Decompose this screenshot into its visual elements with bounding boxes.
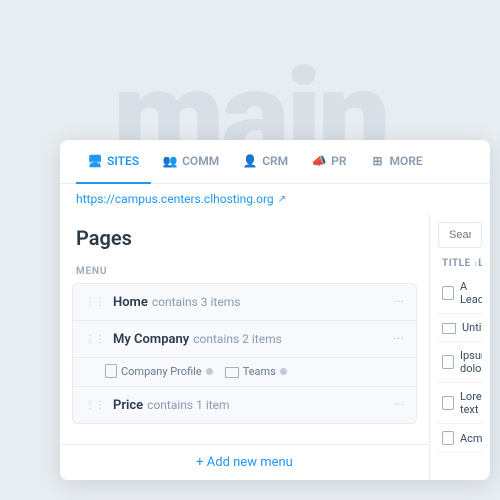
menu-item-home-name: Home [113, 295, 148, 310]
content-row-5: Acme... [438, 424, 482, 453]
tab-crm[interactable]: 👤 CRM [231, 140, 300, 184]
folder-icon [225, 367, 239, 378]
folder-icon [442, 323, 456, 334]
price-dots-menu[interactable]: ··· [393, 397, 404, 413]
menu-item-mycompany-desc: contains 2 items [193, 332, 282, 346]
content-row-4-name: Lorem text [460, 390, 482, 416]
drag-handle-icon: ⋮⋮ [85, 334, 105, 345]
menu-row-mycompany: ⋮⋮ My Company contains 2 items ··· [73, 321, 416, 358]
subitem-teams: Teams [225, 365, 287, 378]
pages-title: Pages [60, 214, 429, 258]
tab-comm[interactable]: 👥 COMM [151, 140, 231, 184]
tab-pr[interactable]: 📣 PR [300, 140, 358, 184]
main-card: 🖥 SITES 👥 COMM 👤 CRM 📣 PR ⊞ MORE Ch http… [60, 140, 490, 480]
menu-item-price-name: Price [113, 398, 143, 413]
content-table-header: TITLE ↕ L [438, 254, 482, 273]
page-icon [105, 364, 117, 378]
subitem-company-profile: Company Profile [105, 364, 213, 378]
menu-row-price: ⋮⋮ Price contains 1 item ··· [73, 387, 416, 423]
page-icon [442, 396, 454, 410]
menu-section: MENU ⋮⋮ Home contains 3 items ··· ⋮⋮ My … [60, 258, 429, 444]
home-dots-menu[interactable]: ··· [393, 294, 404, 310]
subitem-company-profile-label: Company Profile [121, 365, 202, 378]
external-link-icon: ↗ [278, 194, 286, 205]
tab-bar: 🖥 SITES 👥 COMM 👤 CRM 📣 PR ⊞ MORE Ch [60, 140, 490, 184]
tab-crm-label: CRM [262, 154, 288, 168]
content-row-3-name: Ipsum dolor [460, 349, 482, 375]
content-row-1-name: A Leader's [460, 280, 482, 306]
mycompany-subitems-row: Company Profile Teams [73, 358, 416, 387]
megaphone-icon: 📣 [312, 154, 326, 168]
site-url-text: https://campus.centers.clhosting.org [76, 192, 274, 206]
page-icon [442, 431, 454, 445]
left-panel: Pages MENU ⋮⋮ Home contains 3 items ··· … [60, 214, 430, 480]
page-icon [442, 286, 454, 300]
content-row-3: Ipsum dolor [438, 342, 482, 383]
right-panel: TITLE ↕ L A Leader's Untitled Ipsum dolo… [430, 214, 490, 480]
content-row-2-name: Untitled [462, 321, 482, 334]
subitem-teams-label: Teams [243, 365, 276, 378]
content-table: TITLE ↕ L A Leader's Untitled Ipsum dolo… [438, 254, 482, 472]
subitem-dot [280, 368, 287, 375]
menu-item-mycompany-name: My Company [113, 332, 189, 347]
menu-item-price-desc: contains 1 item [147, 398, 229, 412]
monitor-icon: 🖥 [88, 154, 102, 168]
menu-table: ⋮⋮ Home contains 3 items ··· ⋮⋮ My Compa… [72, 283, 417, 424]
site-url-link[interactable]: https://campus.centers.clhosting.org ↗ [76, 192, 474, 206]
subitem-dot [206, 368, 213, 375]
content-row-2: Untitled [438, 314, 482, 342]
other-column-header: L [478, 258, 482, 269]
person-icon: 👤 [243, 154, 257, 168]
add-new-menu-button[interactable]: + Add new menu [60, 444, 429, 480]
menu-row-home: ⋮⋮ Home contains 3 items ··· [73, 284, 416, 321]
drag-handle-icon: ⋮⋮ [85, 400, 105, 411]
tab-comm-label: COMM [182, 154, 219, 168]
page-icon [442, 355, 454, 369]
title-col-label: TITLE [442, 258, 471, 269]
url-bar: https://campus.centers.clhosting.org ↗ [60, 184, 490, 214]
mycompany-dots-menu[interactable]: ··· [393, 331, 404, 347]
tab-sites-label: SITES [107, 154, 139, 168]
grid-icon: ⊞ [371, 154, 385, 168]
drag-handle-icon: ⋮⋮ [85, 297, 105, 308]
search-input[interactable] [438, 222, 482, 248]
tab-more-label: MORE [390, 154, 423, 168]
content-row-5-name: Acme... [460, 432, 482, 445]
users-icon: 👥 [163, 154, 177, 168]
content-row-1: A Leader's [438, 273, 482, 314]
content-row-4: Lorem text [438, 383, 482, 424]
title-column-header: TITLE ↕ [442, 258, 478, 269]
card-body: Pages MENU ⋮⋮ Home contains 3 items ··· … [60, 214, 490, 480]
menu-item-home-desc: contains 3 items [152, 295, 241, 309]
tab-more[interactable]: ⊞ MORE [359, 140, 435, 184]
tab-sites[interactable]: 🖥 SITES [76, 140, 151, 184]
menu-section-label: MENU [72, 258, 417, 283]
tab-pr-label: PR [331, 154, 346, 168]
